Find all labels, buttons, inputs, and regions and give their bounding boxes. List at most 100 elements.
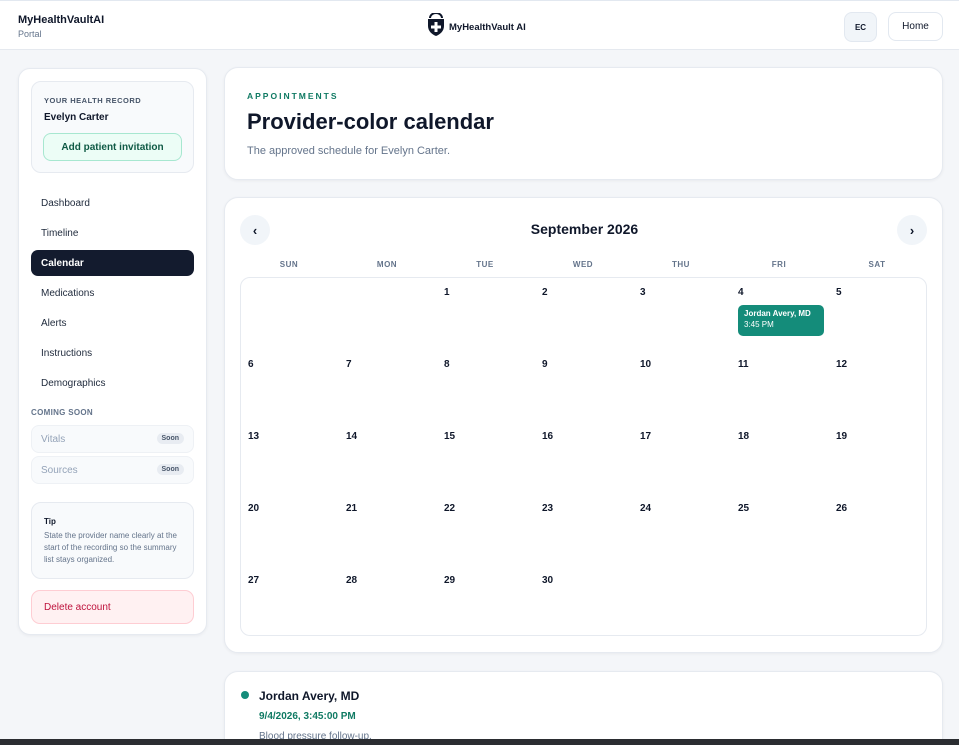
calendar-day-cell[interactable]: 10: [633, 350, 731, 422]
day-of-week-tue: TUE: [476, 260, 494, 269]
add-patient-invitation-button[interactable]: Add patient invitation: [43, 133, 182, 161]
calendar-day-cell[interactable]: 26: [829, 494, 926, 566]
calendar-empty-cell: [339, 278, 437, 350]
next-month-button[interactable]: ›: [897, 215, 927, 245]
brand-title[interactable]: MyHealthVaultAI: [18, 14, 104, 26]
appointment-detail-card[interactable]: Jordan Avery, MD 9/4/2026, 3:45:00 PM Bl…: [224, 671, 943, 745]
provider-color-dot: [241, 691, 249, 699]
soon-badge: Soon: [156, 464, 184, 475]
day-number: 18: [738, 431, 750, 442]
day-number: 15: [444, 431, 456, 442]
calendar-day-cell[interactable]: 6: [241, 350, 339, 422]
day-number: 8: [444, 359, 450, 370]
user-avatar[interactable]: EC: [844, 12, 877, 42]
sidebar-item-label: Vitals: [41, 433, 66, 445]
calendar-day-cell[interactable]: 27: [241, 566, 339, 635]
event-provider: Jordan Avery, MD: [744, 309, 811, 318]
sidebar: YOUR HEALTH RECORD Evelyn Carter Add pat…: [18, 68, 207, 635]
health-record-label: YOUR HEALTH RECORD: [44, 96, 142, 105]
tip-card: Tip State the provider name clearly at t…: [31, 502, 194, 579]
event-time: 3:45 PM: [744, 320, 774, 329]
calendar-day-cell[interactable]: 19: [829, 422, 926, 494]
sidebar-item-dashboard[interactable]: Dashboard: [31, 190, 194, 216]
day-number: 25: [738, 503, 750, 514]
health-record-card: YOUR HEALTH RECORD Evelyn Carter Add pat…: [31, 81, 194, 173]
appointment-provider: Jordan Avery, MD: [259, 689, 360, 703]
day-number: 10: [640, 359, 652, 370]
calendar-day-cell[interactable]: 18: [731, 422, 829, 494]
calendar-event[interactable]: Jordan Avery, MD 3:45 PM: [738, 305, 824, 336]
calendar-day-cell[interactable]: 9: [535, 350, 633, 422]
day-of-week-fri: FRI: [771, 260, 787, 269]
calendar-day-cell[interactable]: 15: [437, 422, 535, 494]
day-number: 1: [444, 287, 450, 298]
calendar-day-cell[interactable]: 13: [241, 422, 339, 494]
sidebar-item-calendar[interactable]: Calendar: [31, 250, 194, 276]
sidebar-item-timeline[interactable]: Timeline: [31, 220, 194, 246]
calendar-day-cell[interactable]: 21: [339, 494, 437, 566]
sidebar-item-label: Sources: [41, 464, 78, 476]
page-header-card: APPOINTMENTS Provider-color calendar The…: [224, 67, 943, 180]
calendar-day-cell[interactable]: 5: [829, 278, 926, 350]
calendar-day-cell[interactable]: 30: [535, 566, 633, 635]
window-bottom-edge: [0, 739, 959, 745]
day-number: 14: [346, 431, 358, 442]
calendar-day-cell[interactable]: 12: [829, 350, 926, 422]
day-of-week-sat: SAT: [868, 260, 886, 269]
day-number: 28: [346, 575, 358, 586]
calendar-day-cell[interactable]: 23: [535, 494, 633, 566]
calendar-day-cell[interactable]: 29: [437, 566, 535, 635]
day-number: 7: [346, 359, 352, 370]
page-subtitle: The approved schedule for Evelyn Carter.: [247, 145, 451, 157]
shield-icon: [426, 12, 446, 42]
calendar-card: ‹ September 2026 › SUN MON TUE WED THU FRI SAT…: [224, 197, 943, 653]
sidebar-item-medications[interactable]: Medications: [31, 280, 194, 306]
day-number: 16: [542, 431, 554, 442]
logo-text: MyHealthVault AI: [449, 22, 526, 33]
day-number: 20: [248, 503, 260, 514]
day-number: 2: [542, 287, 548, 298]
sidebar-item-alerts[interactable]: Alerts: [31, 310, 194, 336]
appointment-datetime: 9/4/2026, 3:45:00 PM: [259, 711, 356, 722]
calendar-day-cell[interactable]: 11: [731, 350, 829, 422]
calendar-day-cell[interactable]: 24: [633, 494, 731, 566]
calendar-day-cell[interactable]: 28: [339, 566, 437, 635]
calendar-day-cell[interactable]: 4 Jordan Avery, MD 3:45 PM: [731, 278, 829, 350]
day-number: 26: [836, 503, 848, 514]
sidebar-item-vitals: Vitals Soon: [31, 425, 194, 453]
day-number: 12: [836, 359, 848, 370]
home-button[interactable]: Home: [888, 12, 943, 41]
calendar-day-cell[interactable]: 20: [241, 494, 339, 566]
calendar-day-cell[interactable]: 1: [437, 278, 535, 350]
calendar-day-cell[interactable]: 16: [535, 422, 633, 494]
day-number: 3: [640, 287, 646, 298]
calendar-day-cell[interactable]: 2: [535, 278, 633, 350]
calendar-day-cell[interactable]: 8: [437, 350, 535, 422]
chevron-right-icon: ›: [909, 222, 915, 238]
calendar-day-cell[interactable]: 22: [437, 494, 535, 566]
day-number: 4: [738, 287, 744, 298]
day-number: 19: [836, 431, 848, 442]
day-number: 9: [542, 359, 548, 370]
day-of-week-mon: MON: [376, 260, 398, 269]
calendar-day-cell[interactable]: 25: [731, 494, 829, 566]
delete-account-button[interactable]: Delete account: [31, 590, 194, 624]
app-logo[interactable]: MyHealthVault AI: [426, 12, 526, 42]
day-number: 23: [542, 503, 554, 514]
day-number: 24: [640, 503, 652, 514]
day-number: 11: [738, 359, 749, 370]
calendar-day-cell[interactable]: 7: [339, 350, 437, 422]
day-number: 27: [248, 575, 260, 586]
calendar-empty-cell: [731, 566, 829, 635]
calendar-day-cell[interactable]: 3: [633, 278, 731, 350]
day-number: 22: [444, 503, 456, 514]
calendar-empty-cell: [633, 566, 731, 635]
calendar-empty-cell: [829, 566, 926, 635]
section-eyebrow: APPOINTMENTS: [247, 91, 339, 101]
sidebar-item-instructions[interactable]: Instructions: [31, 340, 194, 366]
sidebar-item-demographics[interactable]: Demographics: [31, 370, 194, 396]
calendar-day-cell[interactable]: 17: [633, 422, 731, 494]
calendar-day-cell[interactable]: 14: [339, 422, 437, 494]
calendar-grid: 1 2 3 4 Jordan Avery, MD 3:45 PM 5 6 7 8 9 10 11 12 13…: [240, 277, 927, 636]
top-bar: MyHealthVaultAI Portal MyHealthVault AI …: [0, 0, 959, 50]
